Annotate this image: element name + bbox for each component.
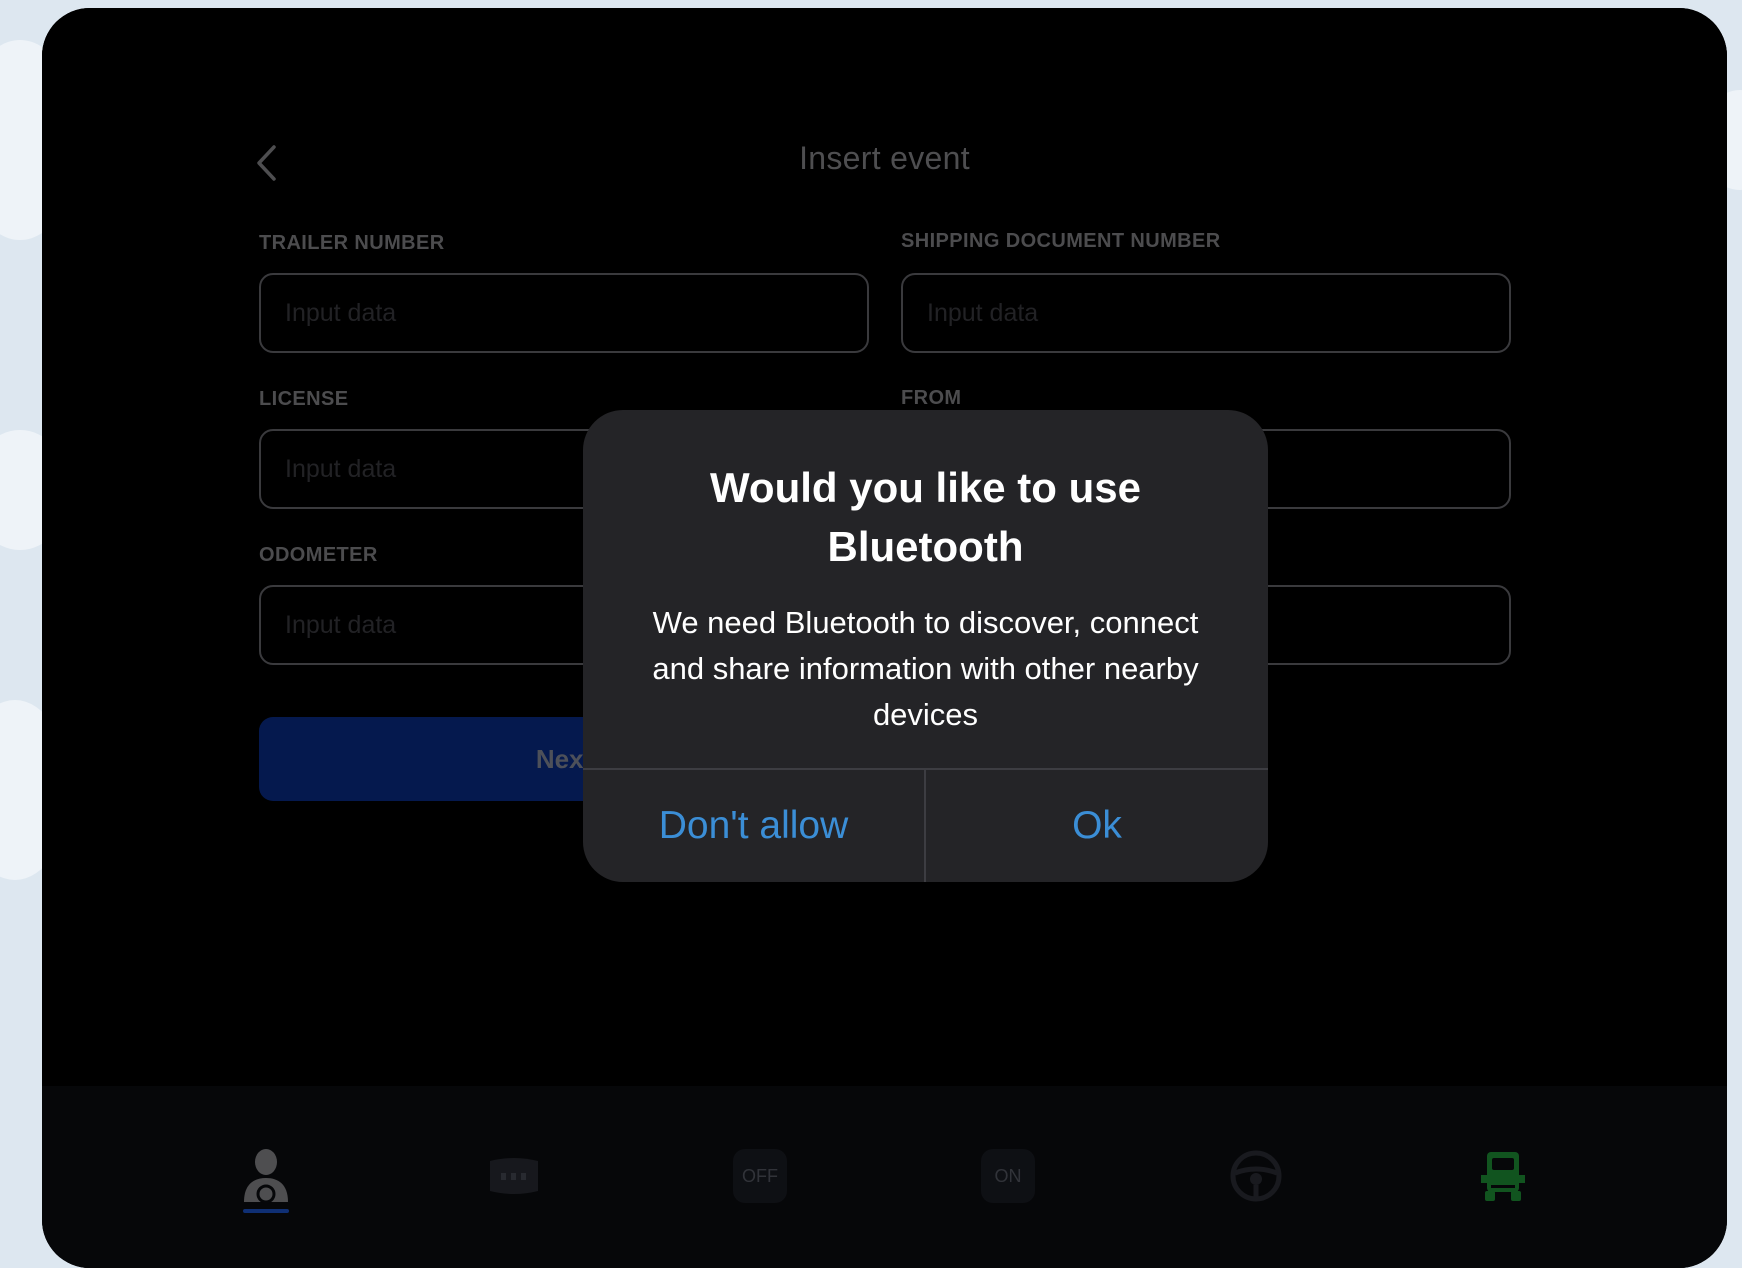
tablet-device: Insert event TRAILER NUMBER SHIPPING DOC…: [42, 8, 1727, 1268]
ok-button[interactable]: Ok: [926, 770, 1268, 882]
dialog-title: Would you like to use Bluetooth: [710, 464, 1141, 570]
dont-allow-button[interactable]: Don't allow: [583, 770, 924, 882]
dialog-message: We need Bluetooth to discover, connect a…: [652, 605, 1199, 732]
bluetooth-permission-dialog: Would you like to use Bluetooth We need …: [583, 410, 1268, 882]
